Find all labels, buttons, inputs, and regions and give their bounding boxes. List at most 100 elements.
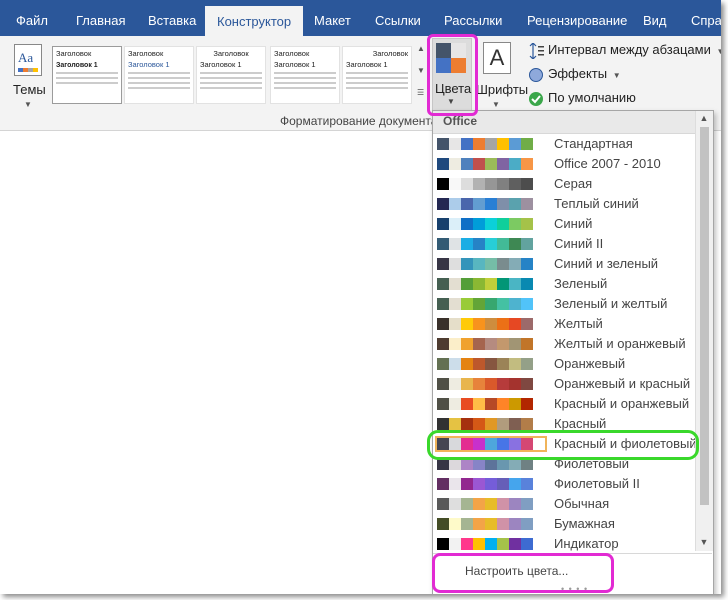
color-scheme-item[interactable]: Оранжевый bbox=[433, 354, 695, 374]
color-swatch bbox=[437, 518, 449, 530]
color-swatch bbox=[473, 218, 485, 230]
tab-insert[interactable]: Вставка bbox=[148, 0, 196, 36]
color-scheme-item[interactable]: Красный и оранжевый bbox=[433, 394, 695, 414]
scroll-thumb[interactable] bbox=[700, 127, 709, 505]
color-scheme-item[interactable]: Обычная bbox=[433, 494, 695, 514]
more-icon[interactable]: ☰ bbox=[417, 88, 424, 97]
color-swatch-strip bbox=[437, 298, 545, 310]
color-swatch bbox=[437, 378, 449, 390]
color-swatch bbox=[473, 258, 485, 270]
themes-icon-colors bbox=[18, 68, 38, 72]
style-set-item[interactable]: Заголовок Заголовок 1 bbox=[196, 46, 266, 104]
color-scheme-item[interactable]: Желтый и оранжевый bbox=[433, 334, 695, 354]
color-swatch bbox=[437, 298, 449, 310]
color-scheme-name: Индикатор bbox=[554, 536, 619, 551]
color-scheme-item[interactable]: Фиолетовый II bbox=[433, 474, 695, 494]
themes-button[interactable]: Aa Темы ▼ bbox=[10, 42, 46, 109]
style-set-heading: Заголовок bbox=[213, 49, 249, 58]
effects-button[interactable]: Эффекты ▼ bbox=[528, 64, 621, 84]
color-swatch bbox=[437, 158, 449, 170]
color-swatch bbox=[497, 498, 509, 510]
color-scheme-item[interactable]: Индикатор bbox=[433, 534, 695, 554]
set-as-default-label: По умолчанию bbox=[548, 90, 636, 105]
color-swatch bbox=[461, 298, 473, 310]
chevron-down-icon: ▼ bbox=[492, 100, 500, 109]
color-swatch bbox=[473, 318, 485, 330]
color-swatch bbox=[497, 198, 509, 210]
color-swatch bbox=[449, 478, 461, 490]
color-swatch-strip bbox=[437, 418, 545, 430]
color-swatch bbox=[473, 478, 485, 490]
color-swatch bbox=[473, 398, 485, 410]
color-scheme-name: Серая bbox=[554, 176, 593, 191]
color-swatch bbox=[473, 518, 485, 530]
tab-references[interactable]: Ссылки bbox=[375, 0, 421, 36]
color-scheme-item[interactable]: Желтый bbox=[433, 314, 695, 334]
color-scheme-item[interactable]: Синий II bbox=[433, 234, 695, 254]
color-swatch bbox=[509, 298, 521, 310]
color-swatch bbox=[485, 418, 497, 430]
color-swatch bbox=[437, 538, 449, 550]
color-swatch bbox=[437, 258, 449, 270]
chevron-up-icon[interactable]: ▲ bbox=[417, 44, 425, 53]
color-scheme-item[interactable]: Бумажная bbox=[433, 514, 695, 534]
style-set-item[interactable]: Заголовок Заголовок 1 bbox=[342, 46, 412, 104]
color-swatch bbox=[509, 158, 521, 170]
style-set-line bbox=[56, 77, 118, 79]
paragraph-spacing-button[interactable]: Интервал между абзацами ▼ bbox=[528, 40, 721, 60]
fonts-button[interactable]: A Шрифты ▼ bbox=[476, 42, 528, 109]
color-scheme-item[interactable]: Теплый синий bbox=[433, 194, 695, 214]
color-swatch bbox=[449, 518, 461, 530]
color-scheme-name: Синий II bbox=[554, 236, 604, 251]
color-swatch bbox=[461, 478, 473, 490]
color-swatch bbox=[521, 278, 533, 290]
tab-review[interactable]: Рецензирование bbox=[527, 0, 627, 36]
color-scheme-item[interactable]: Оранжевый и красный bbox=[433, 374, 695, 394]
color-swatch bbox=[521, 238, 533, 250]
color-swatch-strip bbox=[437, 518, 545, 530]
tab-mailings[interactable]: Рассылки bbox=[444, 0, 502, 36]
color-swatch bbox=[521, 378, 533, 390]
color-swatch bbox=[449, 278, 461, 290]
dropdown-scrollbar[interactable]: ▲ ▼ bbox=[695, 111, 713, 551]
tab-design[interactable]: Конструктор bbox=[205, 6, 304, 36]
color-swatch bbox=[521, 298, 533, 310]
style-set-item[interactable]: Заголовок Заголовок 1 bbox=[270, 46, 340, 104]
style-set-heading: Заголовок bbox=[274, 49, 310, 58]
color-swatch bbox=[461, 378, 473, 390]
style-set-line bbox=[128, 87, 190, 89]
color-scheme-item[interactable]: Синий bbox=[433, 214, 695, 234]
tab-home[interactable]: Главная bbox=[76, 0, 125, 36]
color-swatch bbox=[521, 498, 533, 510]
color-swatch bbox=[449, 318, 461, 330]
style-set-item[interactable]: Заголовок Заголовок 1 bbox=[124, 46, 194, 104]
color-scheme-item[interactable]: Серая bbox=[433, 174, 695, 194]
scroll-down-icon[interactable]: ▼ bbox=[699, 537, 709, 547]
color-swatch-strip bbox=[437, 278, 545, 290]
gallery-scroll[interactable]: ▲ ▼ ☰ bbox=[416, 44, 427, 104]
paragraph-spacing-label: Интервал между абзацами bbox=[548, 42, 711, 57]
color-swatch bbox=[485, 398, 497, 410]
color-swatch bbox=[485, 198, 497, 210]
color-swatch-strip bbox=[437, 538, 545, 550]
scroll-up-icon[interactable]: ▲ bbox=[699, 113, 709, 123]
color-scheme-item[interactable]: Зеленый bbox=[433, 274, 695, 294]
style-set-line bbox=[128, 77, 190, 79]
color-scheme-item[interactable]: Зеленый и желтый bbox=[433, 294, 695, 314]
tab-file[interactable]: Файл bbox=[16, 0, 48, 36]
color-scheme-name: Желтый bbox=[554, 316, 603, 331]
tab-view[interactable]: Вид bbox=[643, 0, 667, 36]
style-set-heading: Заголовок bbox=[128, 49, 164, 58]
color-scheme-item[interactable]: Синий и зеленый bbox=[433, 254, 695, 274]
style-set-item[interactable]: Заголовок Заголовок 1 bbox=[52, 46, 122, 104]
set-as-default-button[interactable]: По умолчанию bbox=[528, 88, 636, 108]
color-scheme-item[interactable]: Стандартная bbox=[433, 134, 695, 154]
chevron-down-icon[interactable]: ▼ bbox=[417, 66, 425, 75]
color-scheme-item[interactable]: Office 2007 - 2010 bbox=[433, 154, 695, 174]
tab-layout[interactable]: Макет bbox=[314, 0, 351, 36]
color-swatch bbox=[449, 358, 461, 370]
fonts-icon: A bbox=[483, 42, 511, 74]
color-swatch bbox=[461, 518, 473, 530]
tab-help[interactable]: Справ bbox=[691, 0, 721, 36]
color-swatch bbox=[461, 238, 473, 250]
